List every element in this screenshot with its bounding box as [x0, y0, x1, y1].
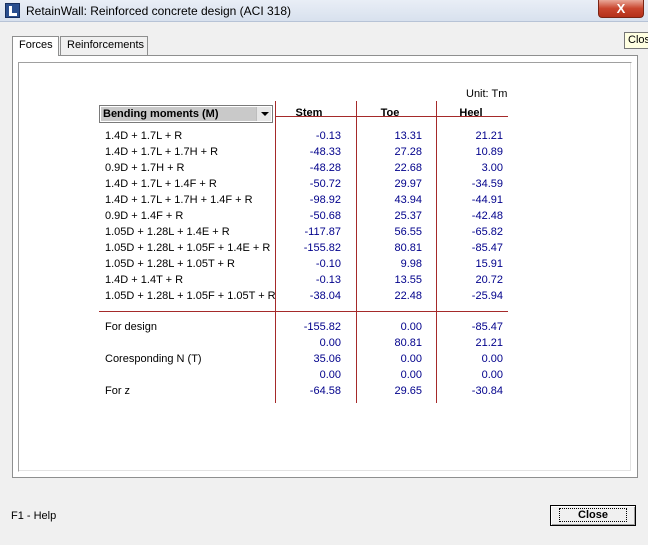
cell-stem: 35.06: [313, 353, 341, 365]
table-row: 0.9D + 1.7H + R -48.28 22.68 3.00: [105, 162, 525, 178]
tab-reinforcements[interactable]: Reinforcements: [60, 36, 148, 55]
cell-heel: -85.47: [471, 242, 503, 254]
table-row: Coresponding N (T) 35.06 0.00 0.00: [105, 353, 525, 369]
cell-toe: 43.94: [394, 194, 422, 206]
cell-toe: 13.31: [394, 130, 422, 142]
cell-heel: -85.47: [471, 321, 503, 333]
table-row: 1.05D + 1.28L + 1.05F + 1.05T + R -38.04 2…: [105, 290, 525, 306]
cell-toe: 9.98: [400, 258, 422, 270]
cell-heel: -44.91: [471, 194, 503, 206]
force-type-dropdown[interactable]: Bending moments (M): [99, 105, 273, 123]
cell-toe: 0.00: [400, 369, 422, 381]
cell-stem: -155.82: [303, 242, 341, 254]
row-label: 1.4D + 1.7L + R: [105, 130, 183, 142]
cell-heel: -30.84: [471, 385, 503, 397]
cell-toe: 80.81: [394, 242, 422, 254]
cell-stem: 0.00: [319, 337, 341, 349]
cell-toe: 25.37: [394, 210, 422, 222]
cell-stem: -64.58: [309, 385, 341, 397]
cell-heel: 10.89: [475, 146, 503, 158]
table-row: 1.05D + 1.28L + 1.05F + 1.4E + R -155.82 8…: [105, 242, 525, 258]
cell-heel: 21.21: [475, 337, 503, 349]
table-row: 1.4D + 1.7L + 1.7H + R -48.33 27.28 10.89: [105, 146, 525, 162]
unit-label: Unit: Tm: [466, 88, 508, 100]
cell-toe: 80.81: [394, 337, 422, 349]
cell-stem: -98.92: [309, 194, 341, 206]
cell-stem: -0.13: [315, 274, 341, 286]
cell-stem: -0.10: [315, 258, 341, 270]
row-label: 1.05D + 1.28L + 1.05F + 1.4E + R: [105, 242, 271, 254]
cell-toe: 56.55: [394, 226, 422, 238]
table-row: 1.4D + 1.4T + R -0.13 13.55 20.72: [105, 274, 525, 290]
row-label: 1.4D + 1.7L + 1.7H + 1.4F + R: [105, 194, 253, 206]
table-row: 1.05D + 1.28L + 1.4E + R -117.87 56.55 -65.…: [105, 226, 525, 242]
cell-stem: -50.68: [309, 210, 341, 222]
cell-stem: 0.00: [319, 369, 341, 381]
row-label: 1.05D + 1.28L + 1.05T + R: [105, 258, 235, 270]
row-label: 1.4D + 1.7L + 1.7H + R: [105, 146, 219, 158]
cell-heel: -65.82: [471, 226, 503, 238]
cell-toe: 29.65: [394, 385, 422, 397]
table-row: 1.4D + 1.7L + R -0.13 13.31 21.21: [105, 130, 525, 146]
row-label: 1.4D + 1.4T + R: [105, 274, 184, 286]
row-label: 1.05D + 1.28L + 1.4E + R: [105, 226, 230, 238]
cell-heel: 0.00: [481, 369, 503, 381]
title-bar: RetainWall: Reinforced concrete design (…: [0, 0, 648, 22]
cell-heel: -25.94: [471, 290, 503, 302]
cell-heel: 20.72: [475, 274, 503, 286]
table-row: 0.00 80.81 21.21: [105, 337, 525, 353]
table-row: For z -64.58 29.65 -30.84: [105, 385, 525, 401]
row-label: 0.9D + 1.7H + R: [105, 162, 185, 174]
cell-toe: 0.00: [400, 321, 422, 333]
cell-stem: -155.82: [303, 321, 341, 333]
cell-toe: 22.68: [394, 162, 422, 174]
help-hint: F1 - Help: [11, 510, 57, 522]
forces-panel: Unit: Tm Bending moments (M) Stem Toe He…: [12, 55, 638, 478]
row-label: Coresponding N (T): [105, 353, 202, 365]
table-row: 1.05D + 1.28L + 1.05T + R -0.10 9.98 15.91: [105, 258, 525, 274]
table-row: 0.00 0.00 0.00: [105, 369, 525, 385]
cell-toe: 0.00: [400, 353, 422, 365]
cell-heel: 21.21: [475, 130, 503, 142]
cell-toe: 27.28: [394, 146, 422, 158]
cell-stem: -48.33: [309, 146, 341, 158]
row-label: For z: [105, 385, 131, 397]
row-label: For design: [105, 321, 157, 333]
row-label: 1.05D + 1.28L + 1.05F + 1.05T + R: [105, 290, 276, 302]
table-row: 1.4D + 1.7L + 1.4F + R -50.72 29.97 -34.59: [105, 178, 525, 194]
row-label: 1.4D + 1.7L + 1.4F + R: [105, 178, 217, 190]
window-close-button[interactable]: X: [598, 0, 644, 18]
table-row: 1.4D + 1.7L + 1.7H + 1.4F + R -98.92 43.94…: [105, 194, 525, 210]
cell-toe: 13.55: [394, 274, 422, 286]
cell-stem: -117.87: [304, 226, 342, 238]
cell-heel: -34.59: [471, 178, 503, 190]
close-tooltip: Close: [624, 32, 648, 49]
column-header-stem: Stem: [295, 107, 323, 119]
tab-forces[interactable]: Forces: [12, 36, 59, 56]
cell-stem: -48.28: [309, 162, 341, 174]
cell-toe: 29.97: [394, 178, 422, 190]
window-title: RetainWall: Reinforced concrete design (…: [26, 4, 292, 18]
cell-toe: 22.48: [394, 290, 422, 302]
app-icon: [5, 3, 20, 18]
column-header-heel: Heel: [459, 107, 483, 119]
column-header-toe: Toe: [380, 107, 400, 119]
row-label: 0.9D + 1.4F + R: [105, 210, 184, 222]
cell-stem: -50.72: [309, 178, 341, 190]
summary-divider: [99, 311, 508, 312]
close-button[interactable]: Close: [550, 505, 636, 526]
header-underline: [275, 116, 508, 117]
cell-heel: -42.48: [471, 210, 503, 222]
cell-heel: 3.00: [481, 162, 503, 174]
cell-heel: 15.91: [475, 258, 503, 270]
cell-stem: -0.13: [315, 130, 341, 142]
table-row: For design -155.82 0.00 -85.47: [105, 321, 525, 337]
close-button-label: Close: [559, 508, 627, 522]
results-area: Unit: Tm Bending moments (M) Stem Toe He…: [18, 62, 632, 472]
cell-stem: -38.04: [309, 290, 341, 302]
table-row: 0.9D + 1.4F + R -50.68 25.37 -42.48: [105, 210, 525, 226]
cell-heel: 0.00: [481, 353, 503, 365]
dropdown-selected-value: Bending moments (M): [101, 107, 256, 121]
